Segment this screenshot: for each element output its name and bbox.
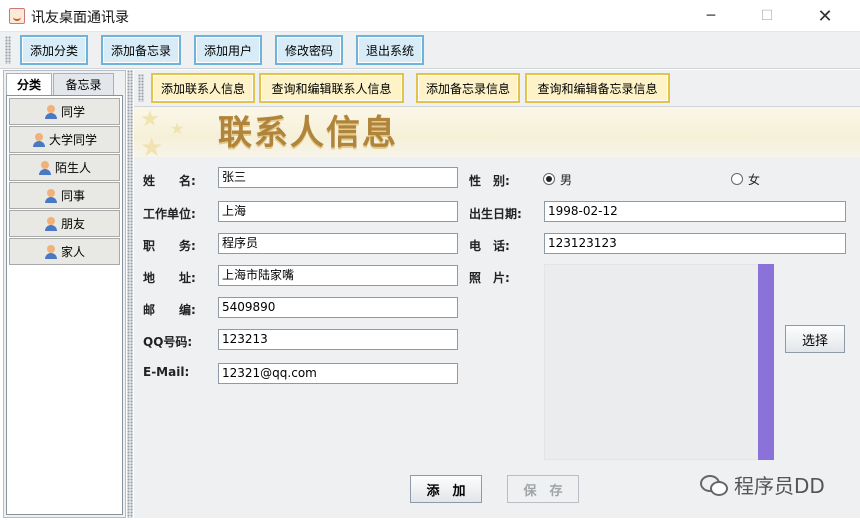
photo-preview xyxy=(544,264,774,460)
contact-form: 姓 名: 张三 性 别: 男 女 工作单位: 上海 出生日期: 1998-02-… xyxy=(134,157,860,518)
email-label: E-Mail: xyxy=(143,365,190,379)
query-edit-memo-button[interactable]: 查询和编辑备忘录信息 xyxy=(525,73,670,103)
qq-field[interactable]: 123213 xyxy=(218,329,458,350)
split-pane-divider[interactable] xyxy=(127,70,133,518)
tab-memos[interactable]: 备忘录 xyxy=(53,73,114,95)
maximize-button[interactable]: ☐ xyxy=(744,0,790,32)
gender-male-radio[interactable] xyxy=(543,173,555,185)
exit-system-button[interactable]: 退出系统 xyxy=(356,35,424,65)
category-item-strangers[interactable]: 陌生人 xyxy=(9,154,120,181)
category-item-family[interactable]: 家人 xyxy=(9,238,120,265)
group-icon xyxy=(32,132,46,147)
qq-label: QQ号码: xyxy=(143,335,193,349)
change-password-button[interactable]: 修改密码 xyxy=(275,35,343,65)
group-icon xyxy=(44,244,58,259)
group-icon xyxy=(44,188,58,203)
contact-toolbar: 添加联系人信息 查询和编辑联系人信息 添加备忘录信息 查询和编辑备忘录信息 xyxy=(134,70,860,107)
category-item-classmates[interactable]: 同学 xyxy=(9,98,120,125)
job-field[interactable]: 程序员 xyxy=(218,233,458,254)
star-icon: ★ xyxy=(170,119,185,138)
photo-label: 照 片: xyxy=(469,271,510,285)
gender-male-label: 男 xyxy=(560,173,573,187)
gender-label: 性 别: xyxy=(469,174,510,188)
banner-title: 联系人信息 xyxy=(218,113,398,153)
close-button[interactable]: ✕ xyxy=(802,0,848,32)
phone-field[interactable]: 123123123 xyxy=(544,233,846,254)
name-label: 姓 名: xyxy=(143,174,196,188)
choose-photo-button[interactable]: 选择 xyxy=(785,325,845,353)
wechat-icon xyxy=(700,474,728,496)
category-item-colleagues[interactable]: 同事 xyxy=(9,182,120,209)
email-field[interactable]: 12321@qq.com xyxy=(218,363,458,384)
add-memo-button[interactable]: 添加备忘录 xyxy=(101,35,181,65)
work-label: 工作单位: xyxy=(143,207,196,221)
query-edit-contact-button[interactable]: 查询和编辑联系人信息 xyxy=(259,73,404,103)
watermark-text: 程序员DD xyxy=(734,474,825,498)
person-icon xyxy=(44,216,58,231)
window-title: 讯友桌面通讯录 xyxy=(31,10,129,26)
save-button[interactable]: 保 存 xyxy=(507,475,579,503)
birth-field[interactable]: 1998-02-12 xyxy=(544,201,846,222)
gender-female-label: 女 xyxy=(748,173,761,187)
star-icon: ★ xyxy=(140,107,160,132)
add-category-button[interactable]: 添加分类 xyxy=(20,35,88,65)
category-item-college-classmates[interactable]: 大学同学 xyxy=(9,126,120,153)
name-field[interactable]: 张三 xyxy=(218,167,458,188)
address-field[interactable]: 上海市陆家嘴 xyxy=(218,265,458,286)
person-icon xyxy=(44,104,58,119)
work-field[interactable]: 上海 xyxy=(218,201,458,222)
title-bar: 讯友桌面通讯录 ─ ☐ ✕ xyxy=(0,0,860,32)
left-panel: 分类 备忘录 同学 大学同学 陌生人 同事 朋友 家人 xyxy=(3,70,126,518)
gender-female-radio[interactable] xyxy=(731,173,743,185)
phone-label: 电 话: xyxy=(469,239,510,253)
photo-scrollbar[interactable] xyxy=(758,264,774,460)
section-banner: ★ ★ ★ 联系人信息 xyxy=(134,107,860,157)
add-user-button[interactable]: 添加用户 xyxy=(194,35,262,65)
star-icon: ★ xyxy=(140,133,164,157)
tab-categories[interactable]: 分类 xyxy=(6,73,52,95)
person-icon xyxy=(38,160,52,175)
watermark: 程序员DD xyxy=(700,470,825,499)
birth-label: 出生日期: xyxy=(469,207,522,221)
add-memo-info-button[interactable]: 添加备忘录信息 xyxy=(416,73,520,103)
job-label: 职 务: xyxy=(143,239,196,253)
add-contact-button[interactable]: 添加联系人信息 xyxy=(151,73,255,103)
minimize-button[interactable]: ─ xyxy=(688,0,734,32)
toolbar-grip[interactable] xyxy=(138,74,144,102)
category-item-friends[interactable]: 朋友 xyxy=(9,210,120,237)
zip-field[interactable]: 5409890 xyxy=(218,297,458,318)
address-label: 地 址: xyxy=(143,271,196,285)
java-app-icon xyxy=(9,8,25,24)
add-button[interactable]: 添 加 xyxy=(410,475,482,503)
main-toolbar: 添加分类 添加备忘录 添加用户 修改密码 退出系统 xyxy=(0,32,860,69)
zip-label: 邮 编: xyxy=(143,303,196,317)
category-list: 同学 大学同学 陌生人 同事 朋友 家人 xyxy=(6,95,123,515)
toolbar-grip[interactable] xyxy=(5,36,11,64)
